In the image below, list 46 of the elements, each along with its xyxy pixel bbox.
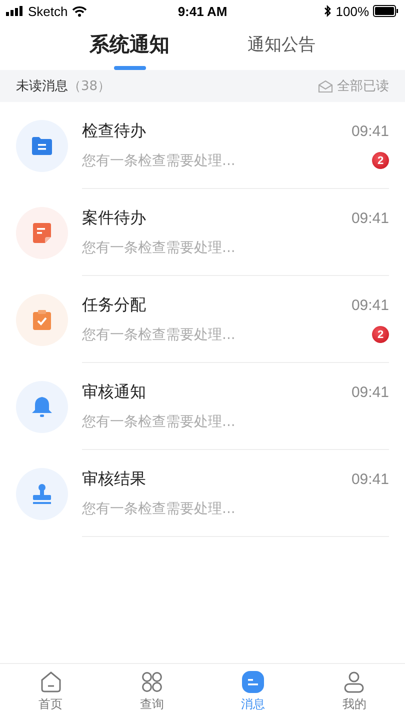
nav-tab[interactable]: 查询 (101, 664, 202, 720)
message-preview: 您有一条检查需要处理... (82, 326, 236, 344)
message-preview: 您有一条检查需要处理... (82, 238, 236, 256)
message-title: 审核结果 (82, 468, 146, 490)
message-preview: 您有一条检查需要处理... (82, 152, 236, 170)
bell-icon (31, 396, 53, 418)
clock-time: 9:41 AM (178, 4, 228, 18)
envelope-icon (318, 80, 333, 92)
bluetooth-icon (324, 5, 332, 17)
message-icon (242, 671, 264, 693)
unread-count-badge: 2 (372, 326, 389, 343)
stamp-icon (31, 482, 53, 504)
unread-label: 未读消息 (16, 78, 68, 95)
message-title: 审核通知 (82, 382, 146, 402)
nav-tab[interactable]: 我的 (304, 664, 405, 720)
carrier-name: Sketch (28, 4, 68, 18)
message-time: 09:41 (351, 122, 389, 140)
message-preview: 您有一条检查需要处理... (82, 412, 236, 430)
clipboard-check-icon (32, 308, 52, 330)
battery-percent: 100% (336, 4, 369, 18)
signal-icon (6, 6, 24, 16)
note-icon (32, 222, 52, 244)
message-item[interactable]: 案件待办 09:41 您有一条检查需要处理... (0, 189, 405, 276)
message-item[interactable]: 任务分配 09:41 您有一条检查需要处理... 2 (0, 276, 405, 363)
message-item[interactable]: 审核通知 09:41 您有一条检查需要处理... (0, 363, 405, 450)
tab[interactable]: 系统通知 (86, 22, 174, 70)
message-time: 09:41 (351, 210, 389, 226)
unread-count: （38） (68, 78, 111, 95)
user-icon (343, 671, 366, 693)
message-preview: 您有一条检查需要处理... (82, 500, 236, 518)
tab[interactable]: 通知公告 (244, 24, 320, 68)
message-title: 案件待办 (82, 208, 146, 228)
message-item[interactable]: 检查待办 09:41 您有一条检查需要处理... 2 (0, 102, 405, 189)
message-title: 任务分配 (82, 294, 146, 316)
message-time: 09:41 (351, 384, 389, 400)
home-icon (40, 671, 62, 693)
message-title: 检查待办 (82, 120, 146, 142)
message-time: 09:41 (351, 296, 389, 314)
battery-icon (373, 5, 399, 17)
wifi-icon (72, 6, 87, 16)
unread-count-badge: 2 (372, 152, 389, 169)
message-time: 09:41 (351, 470, 389, 488)
grid-icon (140, 671, 163, 693)
message-item[interactable]: 审核结果 09:41 您有一条检查需要处理... (0, 450, 405, 537)
folder-icon (31, 136, 53, 156)
nav-tab[interactable]: 首页 (0, 664, 102, 720)
